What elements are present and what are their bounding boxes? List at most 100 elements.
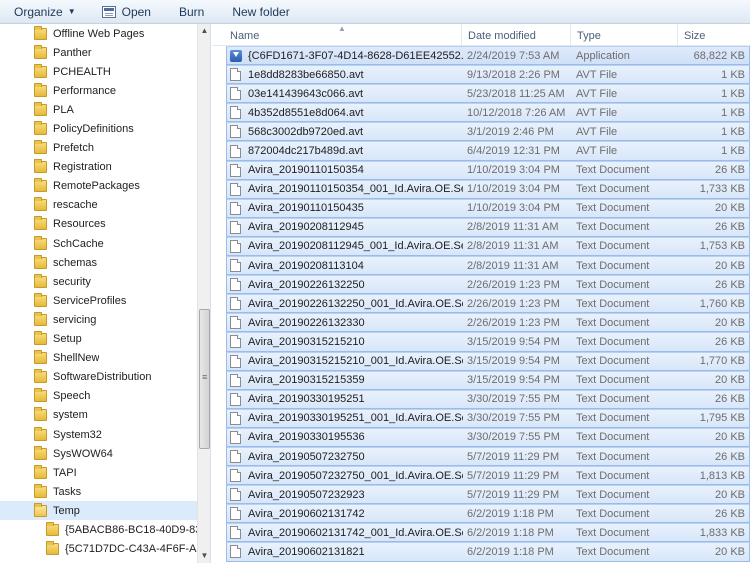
burn-button[interactable]: Burn bbox=[171, 1, 212, 23]
file-size: 1,833 KB bbox=[699, 526, 745, 539]
file-row[interactable]: Avira_20190507232750_001_Id.Avira.OE.Se.… bbox=[226, 466, 750, 486]
nav-folder-item[interactable]: system bbox=[0, 406, 197, 425]
nav-folder-item[interactable]: Panther bbox=[0, 43, 197, 62]
folder-icon bbox=[34, 254, 47, 269]
file-size: 20 KB bbox=[715, 545, 745, 558]
file-size: 26 KB bbox=[715, 507, 745, 520]
file-row[interactable]: Avira_20190110150435 1/10/2019 3:04 PM Tex… bbox=[226, 198, 750, 218]
nav-folder-item[interactable]: Speech bbox=[0, 387, 197, 406]
column-date-modified[interactable]: Date modified bbox=[462, 24, 571, 46]
file-row[interactable]: 03e141439643c066.avt 5/23/2018 11:25 AM AV… bbox=[226, 84, 750, 104]
file-type: AVT File bbox=[576, 145, 618, 158]
file-row[interactable]: Avira_20190330195251_001_Id.Avira.OE.Se.… bbox=[226, 408, 750, 428]
file-date-modified: 2/26/2019 1:23 PM bbox=[467, 316, 560, 329]
file-row[interactable]: Avira_20190226132250 2/26/2019 1:23 PM Tex… bbox=[226, 275, 750, 295]
file-row[interactable]: Avira_20190315215210_001_Id.Avira.OE.Se.… bbox=[226, 351, 750, 371]
file-type: Text Document bbox=[576, 164, 650, 177]
file-date-modified: 5/7/2019 11:29 PM bbox=[467, 450, 560, 463]
nav-folder-item[interactable]: Resources bbox=[0, 215, 197, 234]
file-size: 1,760 KB bbox=[699, 297, 745, 310]
file-row[interactable]: 872004dc217b489d.avt 6/4/2019 12:31 PM AVT… bbox=[226, 141, 750, 161]
file-date-modified: 2/26/2019 1:23 PM bbox=[467, 278, 560, 291]
file-type: Text Document bbox=[576, 202, 650, 215]
nav-folder-item[interactable]: SoftwareDistribution bbox=[0, 368, 197, 387]
column-type[interactable]: Type bbox=[571, 24, 678, 46]
file-date-modified: 3/30/2019 7:55 PM bbox=[467, 431, 560, 444]
folder-icon bbox=[34, 121, 47, 136]
file-type: AVT File bbox=[576, 87, 618, 100]
nav-folder-item[interactable]: RemotePackages bbox=[0, 177, 197, 196]
nav-folder-item[interactable]: Temp bbox=[0, 501, 197, 521]
scroll-up-icon[interactable]: ▲ bbox=[198, 24, 210, 38]
file-date-modified: 3/30/2019 7:55 PM bbox=[467, 412, 560, 425]
new-folder-button[interactable]: New folder bbox=[224, 1, 297, 23]
file-row[interactable]: 568c3002db9720ed.avt 3/1/2019 2:46 PM AVT … bbox=[226, 122, 750, 142]
file-name-cell: Avira_20190208113104 bbox=[227, 259, 463, 273]
nav-scrollbar[interactable]: ▲ ≡ ▼ bbox=[197, 24, 210, 563]
organize-button[interactable]: Organize ▼ bbox=[6, 1, 84, 23]
scroll-down-icon[interactable]: ▼ bbox=[198, 549, 210, 563]
command-bar: Organize ▼ Open Burn New folder bbox=[0, 0, 750, 24]
file-row[interactable]: 1e8dd8283be66850.avt 9/13/2018 2:26 PM AVT… bbox=[226, 65, 750, 85]
folder-icon bbox=[34, 197, 47, 212]
file-name: Avira_20190330195536 bbox=[248, 431, 365, 444]
file-size: 26 KB bbox=[715, 278, 745, 291]
file-row[interactable]: Avira_20190110150354_001_Id.Avira.OE.Se.… bbox=[226, 179, 750, 199]
folder-icon bbox=[34, 331, 47, 346]
nav-folder-item[interactable]: Offline Web Pages bbox=[0, 24, 197, 43]
column-name[interactable]: ▲ Name bbox=[212, 24, 462, 46]
nav-subfolder-item[interactable]: {5C71D7DC-C43A-4F6F-AD( bbox=[0, 540, 197, 559]
file-size: 26 KB bbox=[715, 164, 745, 177]
file-size: 20 KB bbox=[715, 374, 745, 387]
file-row[interactable]: Avira_20190602131742 6/2/2019 1:18 PM Text… bbox=[226, 504, 750, 524]
nav-folder-item[interactable]: PLA bbox=[0, 100, 197, 119]
file-row[interactable]: Avira_20190226132330 2/26/2019 1:23 PM Tex… bbox=[226, 313, 750, 333]
scrollbar-thumb[interactable]: ≡ bbox=[199, 309, 210, 449]
document-icon bbox=[230, 125, 241, 139]
file-row[interactable]: Avira_20190208113104 2/8/2019 11:31 AM Tex… bbox=[226, 256, 750, 276]
nav-folder-label: Performance bbox=[53, 84, 116, 97]
burn-label: Burn bbox=[178, 4, 205, 19]
nav-folder-item[interactable]: ShellNew bbox=[0, 349, 197, 368]
file-row[interactable]: 4b352d8551e8d064.avt 10/12/2018 7:26 AM AV… bbox=[226, 103, 750, 123]
nav-folder-item[interactable]: SchCache bbox=[0, 234, 197, 253]
nav-folder-item[interactable]: SysWOW64 bbox=[0, 444, 197, 463]
file-row[interactable]: Avira_20190602131821 6/2/2019 1:18 PM Text… bbox=[226, 542, 750, 562]
file-row[interactable]: Avira_20190226132250_001_Id.Avira.OE.Se.… bbox=[226, 294, 750, 314]
nav-folder-item[interactable]: schemas bbox=[0, 253, 197, 272]
open-button[interactable]: Open bbox=[94, 1, 159, 23]
nav-folder-item[interactable]: PCHEALTH bbox=[0, 62, 197, 81]
file-row[interactable]: Avira_20190330195536 3/30/2019 7:55 PM Tex… bbox=[226, 427, 750, 447]
nav-folder-item[interactable]: System32 bbox=[0, 425, 197, 444]
nav-folder-item[interactable]: ServiceProfiles bbox=[0, 291, 197, 310]
file-row[interactable]: Avira_20190330195251 3/30/2019 7:55 PM Tex… bbox=[226, 389, 750, 409]
file-name-cell: {C6FD1671-3F07-4D14-8628-D61EE42552... bbox=[227, 49, 463, 62]
file-size: 26 KB bbox=[715, 450, 745, 463]
nav-folder-item[interactable]: Tasks bbox=[0, 482, 197, 501]
column-size[interactable]: Size bbox=[678, 24, 750, 46]
nav-folder-item[interactable]: PolicyDefinitions bbox=[0, 119, 197, 138]
file-row[interactable]: Avira_20190208112945 2/8/2019 11:31 AM Tex… bbox=[226, 217, 750, 237]
nav-folder-item[interactable]: Setup bbox=[0, 330, 197, 349]
file-row[interactable]: Avira_20190208112945_001_Id.Avira.OE.Se.… bbox=[226, 236, 750, 257]
nav-folder-item[interactable]: Prefetch bbox=[0, 139, 197, 158]
document-icon bbox=[230, 278, 241, 292]
nav-folder-item[interactable]: rescache bbox=[0, 196, 197, 215]
file-row[interactable]: Avira_20190110150354 1/10/2019 3:04 PM Tex… bbox=[226, 160, 750, 180]
file-row[interactable]: Avira_20190507232923 5/7/2019 11:29 PM Tex… bbox=[226, 485, 750, 505]
nav-folder-item[interactable]: Registration bbox=[0, 158, 197, 177]
file-row[interactable]: Avira_20190315215210 3/15/2019 9:54 PM Tex… bbox=[226, 332, 750, 352]
nav-folder-item[interactable]: servicing bbox=[0, 310, 197, 329]
nav-subfolder-item[interactable]: {5ABACB86-BC18-40D9-830 bbox=[0, 520, 197, 539]
nav-folder-item[interactable]: TAPI bbox=[0, 463, 197, 482]
nav-folder-item[interactable]: Performance bbox=[0, 81, 197, 100]
nav-folder-label: ShellNew bbox=[53, 352, 100, 365]
nav-folder-item[interactable]: security bbox=[0, 272, 197, 291]
file-row[interactable]: Avira_20190602131742_001_Id.Avira.OE.Se.… bbox=[226, 523, 750, 543]
file-row[interactable]: Avira_20190315215359 3/15/2019 9:54 PM Tex… bbox=[226, 370, 750, 390]
file-date-modified: 6/2/2019 1:18 PM bbox=[467, 526, 554, 539]
file-row[interactable]: {C6FD1671-3F07-4D14-8628-D61EE42552... 2/… bbox=[226, 46, 750, 66]
file-row[interactable]: Avira_20190507232750 5/7/2019 11:29 PM Tex… bbox=[226, 446, 750, 467]
file-date-modified: 3/15/2019 9:54 PM bbox=[467, 355, 560, 368]
folder-icon bbox=[34, 445, 47, 460]
